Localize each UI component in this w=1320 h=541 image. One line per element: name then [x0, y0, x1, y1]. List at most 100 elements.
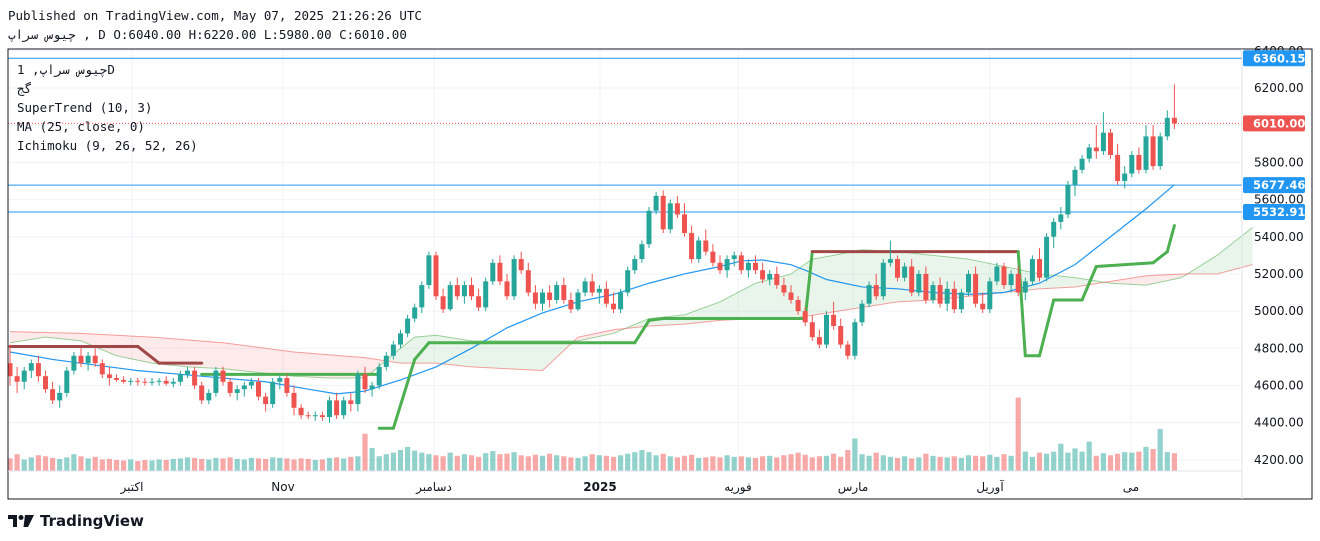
cloud-segment — [166, 338, 174, 366]
cloud-segment — [208, 341, 216, 369]
volume-bar — [1086, 441, 1092, 471]
volume-bar — [603, 455, 609, 471]
candle-body — [937, 285, 943, 304]
volume-bar — [362, 433, 368, 471]
candle-body — [142, 381, 148, 383]
volume-bar — [760, 456, 766, 471]
volume-bar — [1122, 452, 1128, 471]
candle-body — [1008, 273, 1014, 286]
y-tick-label: 5000.00 — [1254, 304, 1304, 318]
volume-bar — [696, 457, 702, 471]
volume-bar — [838, 456, 844, 471]
volume-bar — [809, 457, 815, 471]
cloud-segment — [265, 348, 273, 374]
cloud-segment — [258, 347, 266, 374]
y-tick-label: 5800.00 — [1254, 155, 1304, 169]
cloud-segment — [144, 336, 152, 364]
volume-bar — [1107, 455, 1114, 471]
volume-bar — [57, 458, 63, 471]
volume-bar — [532, 454, 538, 471]
candle-body — [1044, 236, 1050, 278]
candle-body — [618, 292, 624, 310]
candle-body — [632, 259, 638, 271]
legend-symbol: چیوس سراپ, 1D — [17, 62, 115, 77]
candle-body — [412, 307, 418, 319]
candle-body — [248, 381, 254, 386]
candle-body — [398, 333, 403, 345]
volume-bar — [618, 455, 624, 471]
volume-bar — [639, 450, 645, 471]
volume-bar — [121, 460, 127, 471]
y-tick-label: 6200.00 — [1254, 81, 1304, 95]
candle-body — [611, 303, 616, 310]
candle-body — [35, 363, 41, 377]
cloud-segment — [73, 333, 81, 341]
volume-bar — [42, 456, 49, 471]
cloud-segment — [223, 342, 231, 370]
volume-bar — [1100, 453, 1106, 471]
cloud-segment — [279, 350, 287, 376]
volume-bar — [1093, 455, 1099, 471]
x-tick-label: مارس — [838, 480, 869, 495]
candle-body — [1022, 281, 1028, 293]
volume-bar — [724, 455, 730, 471]
candle-body — [880, 262, 886, 297]
candle-body — [99, 363, 105, 375]
candle-body — [788, 292, 794, 300]
candle-body — [92, 355, 98, 364]
volume-bar — [653, 455, 659, 471]
price-chart[interactable]: 6400.006200.006000.005800.005600.005400.… — [0, 0, 1320, 541]
candle-body — [831, 314, 837, 326]
volume-bar — [142, 459, 148, 471]
y-tick-label: 4600.00 — [1254, 378, 1304, 392]
volume-bar — [788, 454, 794, 471]
volume-bar — [177, 458, 183, 471]
volume-bar — [163, 459, 169, 471]
volume-bar — [731, 456, 737, 471]
legend-ma[interactable]: MA (25, close, 0) — [17, 119, 145, 134]
candle-body — [745, 262, 751, 271]
volume-bar — [1129, 452, 1135, 471]
candle-body — [192, 370, 198, 386]
volume-bar — [85, 458, 91, 471]
candle-body — [177, 374, 183, 382]
candle-body — [653, 195, 659, 211]
volume-bar — [234, 458, 240, 471]
volume-bar — [390, 452, 396, 471]
volume-bar — [511, 452, 517, 471]
volume-bar — [667, 456, 673, 471]
candle-body — [532, 292, 538, 304]
volume-bar — [1036, 452, 1043, 471]
candle-body — [717, 262, 723, 271]
volume-bar — [1001, 454, 1007, 471]
candle-body — [298, 407, 304, 416]
candle-body — [547, 292, 553, 300]
footer-brand[interactable]: TradingView — [8, 512, 144, 530]
candle-body — [390, 344, 396, 356]
grid — [8, 49, 1242, 471]
volume-bar — [525, 456, 531, 471]
candle-body — [1115, 154, 1121, 181]
candle-body — [589, 281, 595, 293]
candle-body — [213, 370, 219, 393]
legend-symbol-sub: گج — [17, 81, 33, 96]
volume-bar — [440, 456, 446, 471]
volume-bar — [156, 459, 162, 471]
volume-bar — [1051, 451, 1057, 471]
candle-body — [28, 363, 34, 371]
volume-bar — [199, 458, 205, 471]
legend-ichimoku[interactable]: Ichimoku (9, 26, 52, 26) — [17, 138, 198, 153]
legend-supertrend[interactable]: SuperTrend (10, 3) — [17, 100, 152, 115]
supertrend — [8, 224, 1176, 430]
cloud-segment — [854, 249, 862, 309]
candle-body — [902, 266, 908, 278]
candle-body — [923, 273, 929, 300]
candle-body — [43, 376, 48, 390]
supertrend-up-segment — [647, 317, 665, 322]
volume-bar — [319, 459, 325, 471]
time-axis[interactable]: اکتبر Nov دسامبر 2025 فوریه مارس آوریل می — [120, 479, 1140, 495]
x-tick-label: اکتبر — [120, 480, 144, 495]
candle-body — [575, 292, 581, 310]
horizontal-lines[interactable] — [8, 57, 1242, 213]
volume-bar — [965, 455, 972, 471]
